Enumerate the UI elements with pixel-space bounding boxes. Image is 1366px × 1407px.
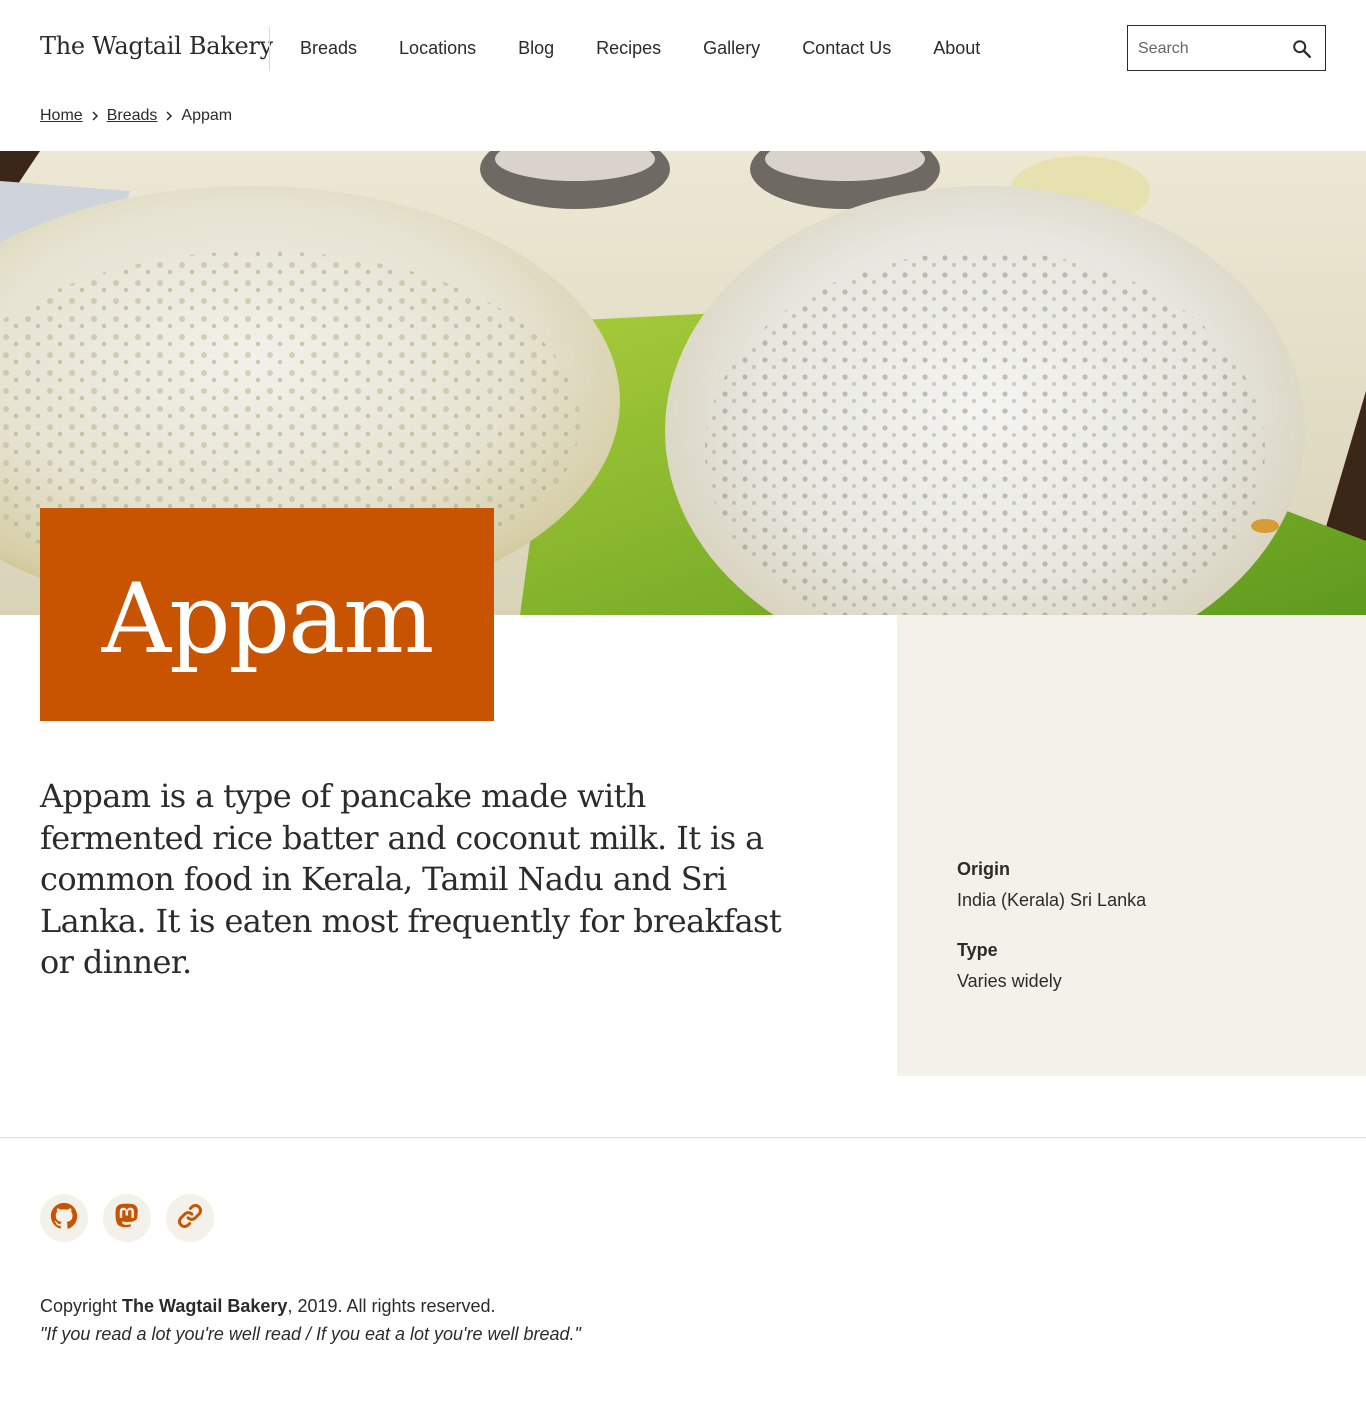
details-sidebar: Origin India (Kerala) Sri Lanka Type Var…	[897, 615, 1366, 1076]
breadcrumb: Home Breads Appam	[40, 106, 232, 126]
search-input[interactable]	[1138, 37, 1288, 61]
chevron-right-icon	[157, 110, 181, 122]
site-logo[interactable]: The Wagtail Bakery	[40, 32, 273, 60]
copyright-suffix: , 2019. All rights reserved.	[287, 1296, 496, 1316]
nav-item-locations[interactable]: Locations	[399, 37, 476, 59]
copyright-name: The Wagtail Bakery	[122, 1296, 288, 1316]
copyright: Copyright The Wagtail Bakery, 2019. All …	[40, 1295, 496, 1317]
site-header: The Wagtail Bakery Breads Locations Blog…	[0, 0, 1366, 97]
chevron-right-icon	[83, 110, 107, 122]
breadcrumb-current: Appam	[181, 107, 233, 124]
mastodon-link[interactable]	[103, 1194, 151, 1242]
social-links	[40, 1194, 214, 1242]
nav-item-about[interactable]: About	[933, 37, 980, 59]
type-block: Type Varies widely	[957, 940, 1062, 992]
nav-item-blog[interactable]: Blog	[518, 37, 554, 59]
github-icon	[49, 1201, 79, 1236]
breadcrumb-home[interactable]: Home	[40, 106, 83, 126]
footer-quote: "If you read a lot you're well read / If…	[40, 1324, 581, 1344]
nav-item-contact-us[interactable]: Contact Us	[802, 37, 891, 59]
nav-item-breads[interactable]: Breads	[300, 37, 357, 59]
type-label: Type	[957, 940, 998, 960]
github-link[interactable]	[40, 1194, 88, 1242]
nav-item-recipes[interactable]: Recipes	[596, 37, 661, 59]
breadcrumb-breads[interactable]: Breads	[107, 106, 158, 126]
mastodon-icon	[113, 1202, 141, 1235]
logo-divider	[269, 27, 270, 71]
page-intro: Appam is a type of pancake made with fer…	[40, 777, 782, 981]
nav-item-gallery[interactable]: Gallery	[703, 37, 760, 59]
search-icon[interactable]	[1291, 38, 1313, 60]
link-icon	[175, 1201, 205, 1236]
copyright-prefix: Copyright	[40, 1296, 123, 1316]
origin-label: Origin	[957, 859, 1010, 879]
type-value: Varies widely	[957, 971, 1062, 991]
footer-divider	[0, 1137, 1366, 1138]
website-link[interactable]	[166, 1194, 214, 1242]
page-title-box: Appam	[40, 508, 494, 721]
search-box	[1127, 25, 1326, 71]
page-title: Appam	[101, 562, 434, 675]
origin-value: India (Kerala) Sri Lanka	[957, 890, 1147, 910]
origin-block: Origin India (Kerala) Sri Lanka	[957, 859, 1146, 911]
main-nav: Breads Locations Blog Recipes Gallery Co…	[300, 37, 1022, 59]
